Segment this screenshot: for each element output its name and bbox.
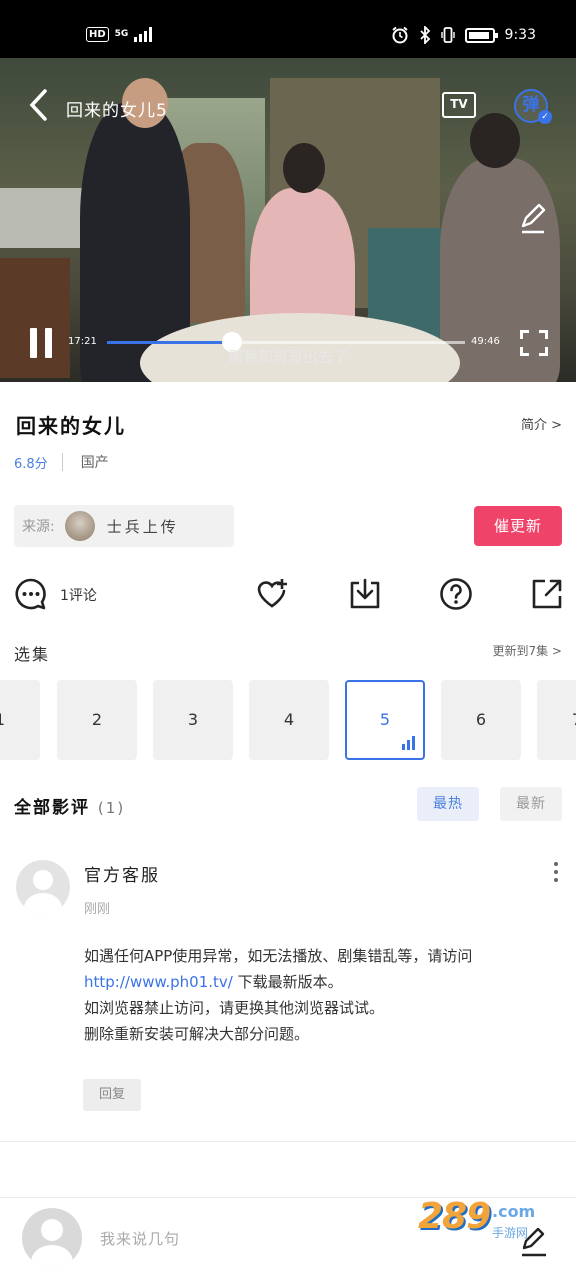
network-type: 5G (114, 29, 129, 39)
more-options-icon[interactable] (553, 862, 559, 886)
status-time: 9:33 (504, 27, 536, 43)
battery-icon (464, 27, 498, 43)
review-link[interactable]: http://www.ph01.tv/ (84, 973, 233, 991)
progress-bar[interactable] (107, 332, 465, 352)
urge-update-button[interactable]: 催更新 (474, 506, 562, 546)
subtitle-text: 那我和哥哥出去了 (227, 348, 348, 366)
intro-link[interactable]: 简介 > (521, 414, 562, 433)
share-icon[interactable] (530, 577, 564, 611)
scene-person-head (283, 143, 325, 193)
avatar[interactable] (16, 860, 70, 914)
episode-item[interactable]: 1 (0, 680, 40, 760)
scene-cabinet (0, 188, 90, 248)
episode-item[interactable]: 4 (249, 680, 329, 760)
episode-item[interactable]: 7 (537, 680, 576, 760)
check-icon: ✓ (538, 110, 552, 124)
episodes-title: 选集 (14, 645, 51, 664)
show-meta: 6.8分 国产 (14, 452, 109, 472)
player-title: 回来的女儿5 (66, 101, 168, 121)
review-body: 如遇任何APP使用异常，如无法播放、剧集错乱等，请访问 http://www.p… (84, 947, 473, 1043)
sort-hot-button[interactable]: 最热 (417, 787, 479, 821)
my-avatar (22, 1208, 82, 1268)
uploader-name: 士兵上传 (106, 517, 179, 536)
vibrate-icon (440, 27, 455, 43)
divider (0, 1141, 576, 1142)
hd-indicator: HD (86, 26, 109, 42)
scene-person-head (470, 113, 520, 168)
episode-item[interactable]: 6 (441, 680, 521, 760)
episodes-update-link[interactable]: 更新到7集 > (492, 642, 562, 659)
playing-icon (402, 736, 415, 750)
signal-icon (134, 26, 153, 42)
help-icon[interactable] (439, 577, 473, 611)
alarm-icon (391, 26, 408, 44)
episode-item-current[interactable]: 5 (345, 680, 425, 760)
divider (61, 453, 63, 471)
source-label: 来源: (22, 519, 55, 535)
source-chip[interactable]: 来源: 士兵上传 (14, 505, 234, 547)
episode-list: 1 2 3 4 5 6 7 (0, 680, 576, 760)
comment-icon[interactable] (14, 577, 48, 611)
show-region: 国产 (80, 455, 109, 471)
watermark-suffix: .com (492, 1202, 536, 1221)
episode-item[interactable]: 2 (57, 680, 137, 760)
reviews-count: (1) (97, 799, 126, 817)
back-icon[interactable] (28, 88, 48, 128)
reviews-title: 全部影评 (1) (14, 798, 126, 818)
reply-button[interactable]: 回复 (83, 1079, 141, 1111)
sort-new-button[interactable]: 最新 (500, 787, 562, 821)
progress-played (107, 341, 232, 344)
edit-danmaku-icon[interactable] (518, 202, 548, 234)
review-time: 刚刚 (84, 902, 111, 917)
fullscreen-icon[interactable] (520, 330, 548, 356)
uploader-avatar (64, 511, 95, 541)
show-score: 6.8分 (14, 456, 48, 472)
tv-cast-icon[interactable]: TV (442, 92, 476, 118)
video-player[interactable]: 回来的女儿5 TV 弹 ✓ 17:21 49:46 那我和哥哥出去了 (0, 58, 576, 382)
compose-icon[interactable] (518, 1226, 550, 1258)
review-author[interactable]: 官方客服 (84, 861, 160, 886)
episode-item[interactable]: 3 (153, 680, 233, 760)
download-icon[interactable] (348, 577, 382, 611)
comment-count[interactable]: 1评论 (60, 585, 97, 605)
favorite-add-icon[interactable] (255, 577, 289, 611)
watermark-logo: 289 (418, 1196, 491, 1237)
status-bar: HD 5G 9:33 (0, 0, 576, 58)
show-title: 回来的女儿 (16, 414, 126, 438)
comment-input[interactable]: 我来说几句 (100, 1228, 180, 1249)
bluetooth-icon (419, 26, 430, 44)
